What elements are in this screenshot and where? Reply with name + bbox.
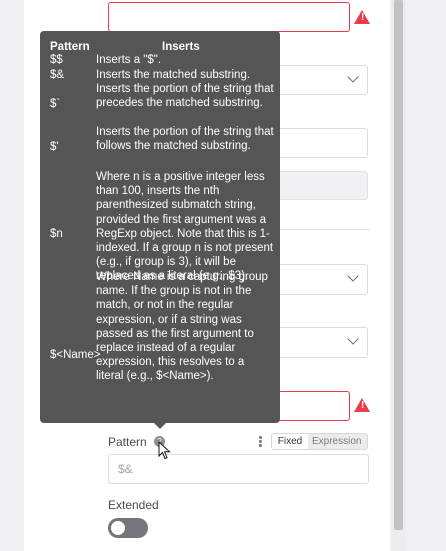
pattern-help-tooltip: Pattern Inserts $$ Inserts a "$". $& Ins… xyxy=(40,31,280,429)
warning-icon: ! xyxy=(354,398,370,412)
chevron-down-icon xyxy=(347,333,359,345)
tooltip-pattern: $' xyxy=(50,141,59,153)
tooltip-pattern: $<Name> xyxy=(50,349,101,361)
tooltip-pattern: $` xyxy=(50,98,61,110)
more-options-icon[interactable] xyxy=(259,436,263,448)
scrollbar-thumb[interactable] xyxy=(394,0,403,530)
text-input-error-top[interactable] xyxy=(108,2,350,32)
tooltip-inserts: Inserts the matched substring. xyxy=(96,69,251,81)
tooltip-pattern: $$ xyxy=(50,54,63,66)
chevron-down-icon xyxy=(347,71,359,83)
tooltip-inserts: Where Name is a capturing group name. If… xyxy=(96,271,268,383)
pattern-input[interactable]: $& xyxy=(108,454,369,484)
extended-switch[interactable] xyxy=(108,518,148,538)
tooltip-arrow xyxy=(154,423,166,429)
tooltip-inserts: Inserts a "$". xyxy=(96,54,162,66)
tooltip-inserts: Inserts the portion of the string that f… xyxy=(96,126,274,153)
extended-label: Extended xyxy=(108,498,159,512)
right-gutter xyxy=(406,0,446,551)
mouse-cursor-icon xyxy=(158,441,171,460)
tooltip-inserts: Inserts the portion of the string that p… xyxy=(96,83,274,110)
fixed-expression-toggle[interactable]: Fixed Expression xyxy=(271,433,368,450)
tooltip-pattern: $n xyxy=(50,228,63,240)
chevron-down-icon xyxy=(347,270,359,282)
switch-knob xyxy=(111,521,125,535)
expression-option[interactable]: Expression xyxy=(312,434,361,449)
tooltip-pattern: $& xyxy=(50,69,65,81)
tooltip-inserts: Where n is a positive integer less than … xyxy=(96,171,274,283)
warning-icon: ! xyxy=(354,10,370,24)
fixed-option[interactable]: Fixed xyxy=(272,434,308,449)
pattern-label: Pattern xyxy=(108,435,147,449)
pattern-placeholder: $& xyxy=(118,462,133,476)
